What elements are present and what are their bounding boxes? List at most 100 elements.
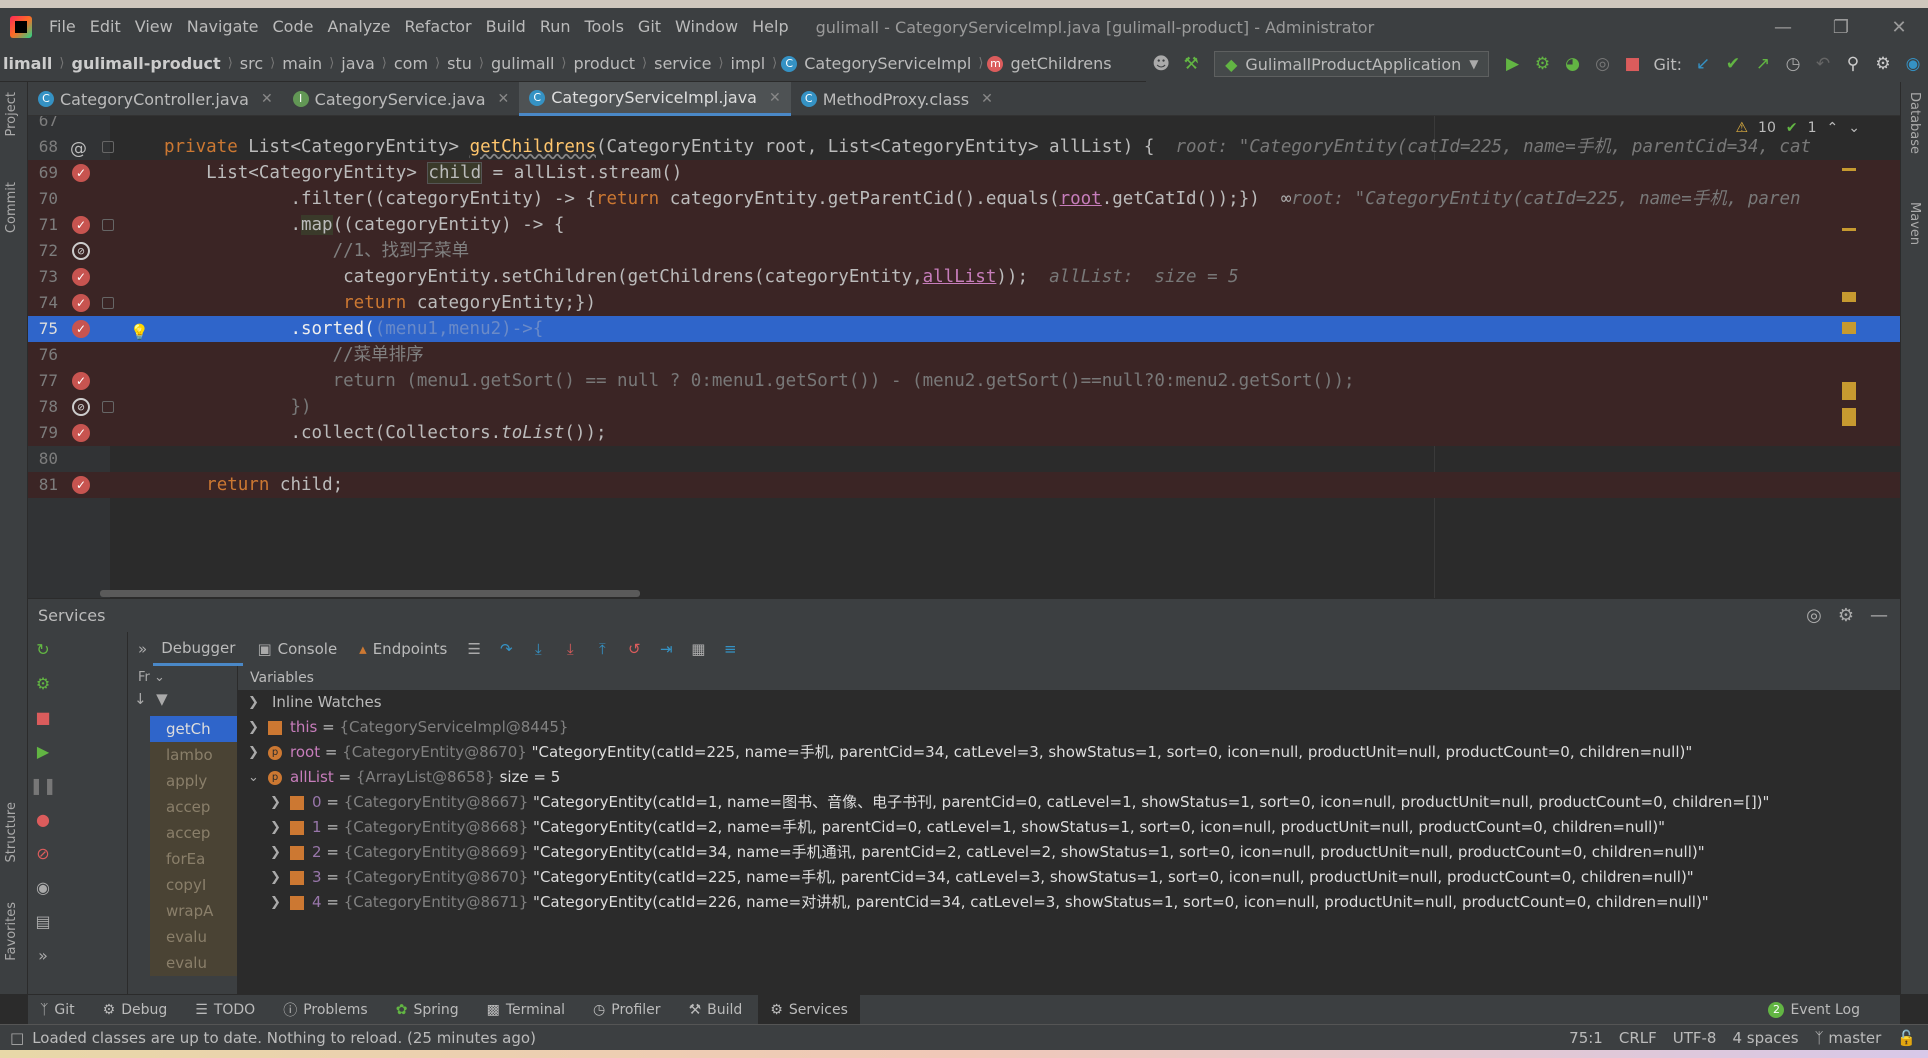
status-square-icon[interactable]: □ [10, 1029, 24, 1047]
resume-icon[interactable]: ▶ [28, 734, 58, 768]
breadcrumb-item[interactable]: com [391, 54, 431, 73]
chevron-right-icon[interactable]: ❯ [270, 840, 281, 865]
disabled-breakpoint-icon[interactable]: ⊘ [72, 398, 90, 416]
tab-category-controller[interactable]: C CategoryController.java ✕ [28, 82, 283, 116]
override-annotation-icon[interactable]: @ [70, 136, 87, 162]
chevron-right-icon[interactable]: ❯ [248, 740, 259, 765]
list-element-row[interactable]: ❯ 3 = {CategoryEntity@8670} "CategoryEnti… [238, 865, 1900, 890]
code-editor[interactable]: 67 68 @ private List<CategoryEntity> getCh… [28, 116, 1900, 598]
tab-category-service[interactable]: I CategoryService.java ✕ [283, 82, 520, 116]
breakpoint-icon[interactable]: ✓ [72, 372, 90, 390]
git-update-icon[interactable]: ↙ [1688, 49, 1718, 79]
tab-services[interactable]: ⚙ Services [758, 994, 860, 1025]
tab-method-proxy[interactable]: C MethodProxy.class ✕ [791, 82, 1003, 116]
step-into-icon[interactable]: ⤓ [525, 636, 551, 662]
maven-tool-tab[interactable]: Maven [1907, 202, 1922, 245]
breadcrumb-item[interactable]: service [651, 54, 714, 73]
breadcrumb-item[interactable]: impl [728, 54, 769, 73]
history-icon[interactable]: ◷ [1778, 49, 1808, 79]
variable-row[interactable]: ❯ this = {CategoryServiceImpl@8445} [238, 715, 1900, 740]
frame-item[interactable]: wrapA [150, 898, 237, 924]
plugin-icon[interactable]: ◉ [1898, 49, 1928, 79]
list-icon[interactable]: ☰ [461, 636, 487, 662]
menu-tools[interactable]: Tools [578, 8, 631, 46]
menu-edit[interactable]: Edit [83, 8, 128, 46]
tab-profiler[interactable]: ◷ Profiler [581, 995, 673, 1025]
lock-icon[interactable]: 🔓 [1897, 1029, 1916, 1047]
scroll-marker[interactable] [1842, 168, 1856, 171]
git-branch[interactable]: ᛉ master [1815, 1029, 1882, 1047]
variable-row[interactable]: ❯ p root = {CategoryEntity@8670} "Category… [238, 740, 1900, 765]
tab-category-service-impl[interactable]: C CategoryServiceImpl.java ✕ [519, 82, 791, 116]
database-tool-tab[interactable]: Database [1907, 92, 1922, 154]
menu-analyze[interactable]: Analyze [320, 8, 397, 46]
tab-problems[interactable]: ⓘ Problems [271, 995, 380, 1025]
tab-debugger[interactable]: Debugger [153, 632, 244, 666]
file-encoding[interactable]: UTF-8 [1673, 1029, 1717, 1047]
chevron-up-icon[interactable]: ⌃ [1827, 120, 1839, 136]
run-config-select[interactable]: ◆ GulimallProductApplication ▼ [1214, 51, 1490, 77]
chevron-right-icon[interactable]: ❯ [248, 715, 259, 740]
horizontal-scrollbar[interactable] [100, 590, 640, 597]
step-out-icon[interactable]: ⤒ [589, 636, 615, 662]
more-icon[interactable]: » [28, 938, 58, 972]
frame-item[interactable]: accep [150, 794, 237, 820]
close-tab-icon[interactable]: ✕ [498, 91, 510, 107]
caret-position[interactable]: 75:1 [1569, 1029, 1603, 1047]
fold-icon[interactable] [102, 141, 114, 153]
git-push-icon[interactable]: ↗ [1748, 49, 1778, 79]
breakpoint-icon[interactable]: ✓ [72, 268, 90, 286]
breadcrumb-item[interactable]: CategoryServiceImpl [801, 54, 974, 73]
expand-more-icon[interactable]: » [138, 640, 147, 658]
close-icon[interactable]: ✕ [1870, 8, 1928, 46]
breakpoint-icon[interactable]: ✓ [72, 320, 90, 338]
inspection-widget[interactable]: ⚠ 10 ✔ 1 ⌃ ⌄ [1735, 120, 1860, 136]
breakpoint-icon[interactable]: ✓ [72, 294, 90, 312]
list-element-row[interactable]: ❯ 4 = {CategoryEntity@8671} "CategoryEnti… [238, 890, 1900, 915]
tab-todo[interactable]: ☰ TODO [183, 995, 267, 1025]
frame-item[interactable]: forEa [150, 846, 237, 872]
list-element-row[interactable]: ❯ 1 = {CategoryEntity@8668} "CategoryEnti… [238, 815, 1900, 840]
menu-navigate[interactable]: Navigate [180, 8, 266, 46]
disabled-breakpoint-icon[interactable]: ⊘ [72, 242, 90, 260]
settings-gear-icon[interactable]: ⚙ [1868, 49, 1898, 79]
breakpoint-icon[interactable]: ✓ [72, 424, 90, 442]
menu-file[interactable]: File [42, 8, 83, 46]
tab-spring[interactable]: ✿ Spring [384, 995, 471, 1025]
drop-frame-icon[interactable]: ↺ [621, 636, 647, 662]
hide-panel-icon[interactable]: — [1870, 605, 1888, 626]
debug-icon[interactable]: ⚙ [1527, 49, 1557, 79]
rollback-icon[interactable]: ↶ [1808, 49, 1838, 79]
minimize-icon[interactable]: — [1754, 8, 1812, 46]
chevron-right-icon[interactable]: ❯ [270, 815, 281, 840]
stop-icon[interactable]: ■ [1617, 49, 1647, 79]
scroll-marker[interactable] [1842, 382, 1856, 400]
close-tab-icon[interactable]: ✕ [261, 91, 273, 107]
trace-icon[interactable]: ≡ [717, 636, 743, 662]
camera-icon[interactable]: ◉ [28, 870, 58, 904]
git-commit-icon[interactable]: ✔ [1718, 49, 1748, 79]
layout-icon[interactable]: ▤ [28, 904, 58, 938]
debug-bug-icon[interactable]: ⚙ [28, 666, 58, 700]
breadcrumb-item[interactable]: src [237, 54, 266, 73]
close-tab-icon[interactable]: ✕ [769, 90, 781, 106]
build-hammer-icon[interactable]: ⚒ [1176, 49, 1206, 79]
search-icon[interactable]: ⚲ [1838, 49, 1868, 79]
breadcrumb-item[interactable]: gulimall [488, 54, 557, 73]
breakpoint-icon[interactable]: ✓ [72, 476, 90, 494]
project-tool-tab[interactable]: Project [4, 92, 19, 136]
tab-git[interactable]: ᛉ Git [28, 995, 87, 1025]
menu-refactor[interactable]: Refactor [398, 8, 479, 46]
chevron-right-icon[interactable]: ❯ [248, 690, 259, 715]
menu-build[interactable]: Build [479, 8, 533, 46]
breadcrumb-item[interactable]: gulimall-product [68, 54, 223, 73]
scroll-marker[interactable] [1842, 408, 1856, 426]
fold-icon[interactable] [102, 297, 114, 309]
commit-tool-tab[interactable]: Commit [4, 182, 19, 233]
menu-code[interactable]: Code [266, 8, 321, 46]
close-tab-icon[interactable]: ✕ [981, 91, 993, 107]
frame-item[interactable]: lambo [150, 742, 237, 768]
breadcrumb-item[interactable]: getChildrens [1007, 54, 1114, 73]
evaluate-icon[interactable]: ▦ [685, 636, 711, 662]
frame-item[interactable]: copyI [150, 872, 237, 898]
